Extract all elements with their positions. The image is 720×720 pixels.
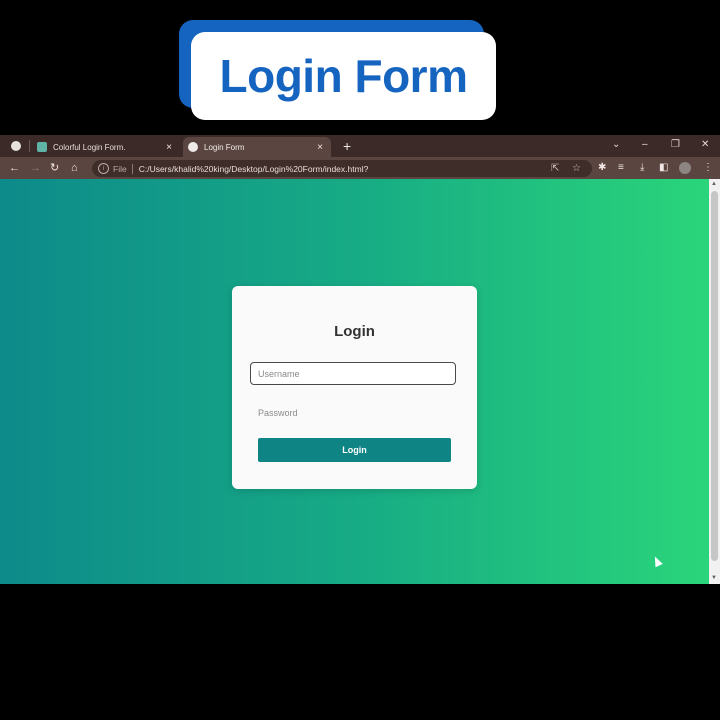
tab-login-form[interactable]: Login Form × xyxy=(183,137,331,157)
browser-toolbar: ← → ↻ ⌂ i File C:/Users/khalid%20king/De… xyxy=(0,157,720,179)
tab-title: Login Form xyxy=(204,142,245,152)
tab-separator xyxy=(29,140,30,152)
file-label: File xyxy=(113,163,127,174)
password-input[interactable] xyxy=(250,402,456,423)
login-card: Login Login xyxy=(232,286,477,489)
tab-search-icon[interactable]: ⌄ xyxy=(612,138,620,152)
home-icon[interactable]: ⌂ xyxy=(71,161,78,175)
close-tab-icon[interactable]: × xyxy=(162,142,176,153)
star-icon[interactable]: ☆ xyxy=(572,160,581,177)
reading-list-icon[interactable]: ≡ xyxy=(618,161,624,175)
title-banner: Login Form xyxy=(191,32,496,120)
forward-icon[interactable]: → xyxy=(30,161,41,175)
page-favicon-icon xyxy=(37,142,47,152)
restore-icon[interactable]: ❐ xyxy=(671,138,680,152)
tab-colorful-login-form[interactable]: Colorful Login Form. × xyxy=(32,137,180,157)
url-text[interactable]: C:/Users/khalid%20king/Desktop/Login%20F… xyxy=(139,164,369,174)
scroll-up-icon[interactable]: ▲ xyxy=(711,181,717,187)
minimize-icon[interactable]: – xyxy=(642,138,648,152)
info-icon[interactable]: i xyxy=(98,163,109,174)
close-window-icon[interactable]: ✕ xyxy=(701,138,709,152)
back-icon[interactable]: ← xyxy=(9,161,20,175)
page-content: Login Login xyxy=(0,179,709,584)
address-bar[interactable]: i File C:/Users/khalid%20king/Desktop/Lo… xyxy=(92,160,592,177)
share-icon[interactable]: ⇱ xyxy=(551,160,559,177)
tab-bar: Colorful Login Form. × Login Form × + ⌄ … xyxy=(0,135,720,157)
download-icon[interactable]: ⤓ xyxy=(640,161,644,175)
scrollbar-thumb[interactable] xyxy=(711,191,718,561)
banner-title: Login Form xyxy=(219,50,468,102)
close-tab-icon[interactable]: × xyxy=(313,142,327,153)
tab-title: Colorful Login Form. xyxy=(53,142,126,152)
scrollbar[interactable]: ▲ ▼ xyxy=(709,179,720,584)
scroll-down-icon[interactable]: ▼ xyxy=(711,575,717,581)
menu-icon[interactable]: ⋮ xyxy=(703,161,713,175)
extensions-icon[interactable]: ✱ xyxy=(598,161,606,175)
side-panel-icon[interactable]: ◧ xyxy=(659,161,668,175)
form-title: Login xyxy=(334,323,375,340)
login-button[interactable]: Login xyxy=(258,438,451,462)
mouse-cursor-icon xyxy=(651,554,663,568)
globe-icon xyxy=(188,142,198,152)
browser-window: Colorful Login Form. × Login Form × + ⌄ … xyxy=(0,135,720,584)
avatar[interactable] xyxy=(679,162,691,174)
omnibox-separator xyxy=(131,163,133,174)
new-tab-button[interactable]: + xyxy=(343,138,351,154)
username-input[interactable] xyxy=(250,362,456,385)
profile-icon[interactable] xyxy=(11,141,21,151)
reload-icon[interactable]: ↻ xyxy=(50,161,59,175)
